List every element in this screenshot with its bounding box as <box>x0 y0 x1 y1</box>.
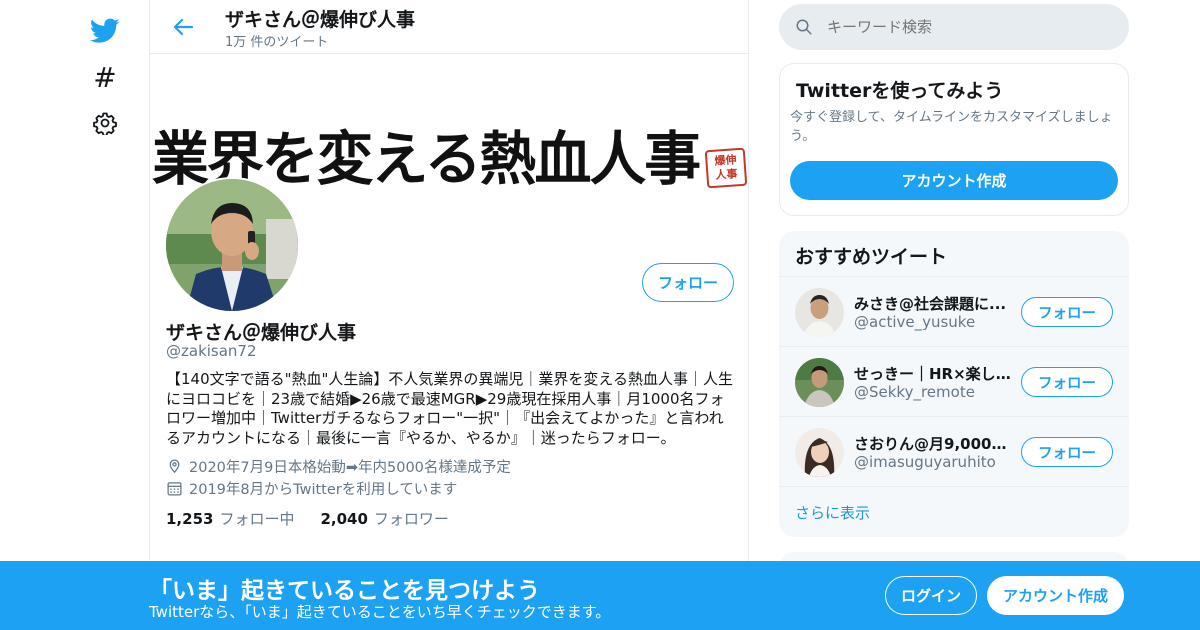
profile-handle[interactable]: @zakisan72 <box>166 342 257 360</box>
avatar[interactable] <box>795 358 844 407</box>
left-nav: # <box>82 8 130 146</box>
avatar[interactable] <box>795 428 844 477</box>
profile-location: 2020年7月9日本格始動➡年内5000名様達成予定 <box>166 456 511 477</box>
arrow-left-icon[interactable] <box>168 12 198 42</box>
signup-card-description: 今すぐ登録して、タイムラインをカスタマイズしましょう。 <box>790 110 1113 144</box>
banner-seal: 爆伸 人事 <box>704 147 748 189</box>
signup-button[interactable]: アカウント作成 <box>987 576 1124 615</box>
joined-text: 2019年8月からTwitterを利用しています <box>189 482 458 498</box>
profile-avatar[interactable] <box>164 177 300 313</box>
show-more-link[interactable]: さらに表示 <box>779 487 1129 537</box>
signup-banner-title: 「いま」起きていることを見つけよう <box>149 578 540 604</box>
tweet-count: 1万 件のツイート <box>225 35 329 50</box>
profile-name: ザキさん＠爆伸び人事 <box>166 322 357 344</box>
followers-count: 2,040 <box>320 510 368 528</box>
following-label: フォロー中 <box>219 510 295 528</box>
recommended-handle: @active_yusuke <box>854 313 976 331</box>
signup-card-title: Twitterを使ってみよう <box>796 80 1004 102</box>
profile-bio: 【140文字で語る"熱血"人生論】不人気業界の異端児｜業界を変える熱血人事｜人生… <box>166 370 733 447</box>
header-name: ザキさん＠爆伸び人事 <box>225 9 416 31</box>
profile-stats: 1,253 フォロー中 2,040 フォロワー <box>166 508 449 529</box>
profile-joined: 2019年8月からTwitterを利用しています <box>166 478 457 499</box>
search-input[interactable] <box>827 18 1107 36</box>
list-item[interactable]: さおりん@月9,000リ... @imasuguyaruhito フォロー <box>779 417 1129 487</box>
profile-header: ザキさん＠爆伸び人事 1万 件のツイート <box>150 0 748 54</box>
avatar[interactable] <box>795 288 844 337</box>
followers-label: フォロワー <box>373 510 449 528</box>
recommended-title: おすすめツイート <box>779 231 1129 277</box>
recommended-handle: @Sekky_remote <box>854 383 975 401</box>
follow-button[interactable]: フォロー <box>1021 297 1113 327</box>
gear-icon[interactable] <box>82 100 128 146</box>
follow-button[interactable]: フォロー <box>642 263 734 302</box>
location-pin-icon <box>169 459 180 474</box>
create-account-button[interactable]: アカウント作成 <box>790 161 1118 200</box>
login-button[interactable]: ログイン <box>885 576 977 615</box>
calendar-icon <box>167 482 182 496</box>
follow-button[interactable]: フォロー <box>1021 367 1113 397</box>
signup-card: Twitterを使ってみよう 今すぐ登録して、タイムラインをカスタマイズしましょ… <box>779 63 1129 216</box>
profile-column: ザキさん＠爆伸び人事 1万 件のツイート 業界を変える熱血人事 爆伸 人事 フォロ… <box>149 0 749 630</box>
follow-button[interactable]: フォロー <box>1021 437 1113 467</box>
recommended-handle: @imasuguyaruhito <box>854 453 996 471</box>
recommended-panel: おすすめツイート みさき@社会課題に... @active_yusuke フォロ… <box>779 231 1129 537</box>
recommended-name[interactable]: さおりん@月9,000リ... <box>854 433 1012 454</box>
twitter-bird-icon[interactable] <box>82 8 128 54</box>
list-item[interactable]: みさき@社会課題に... @active_yusuke フォロー <box>779 277 1129 347</box>
hashtag-icon[interactable]: # <box>82 54 128 100</box>
followers-stat[interactable]: 2,040 フォロワー <box>320 508 448 529</box>
location-text: 2020年7月9日本格始動➡年内5000名様達成予定 <box>189 460 511 476</box>
recommended-name[interactable]: みさき@社会課題に... <box>854 293 1012 314</box>
following-stat[interactable]: 1,253 フォロー中 <box>166 508 294 529</box>
list-item[interactable]: せっきー｜HR×楽し... @Sekky_remote フォロー <box>779 347 1129 417</box>
search-box[interactable] <box>779 4 1129 50</box>
search-icon <box>796 19 812 35</box>
avatar <box>166 179 298 311</box>
signup-banner-subtitle: Twitterなら、「いま」起きていることをいち早くチェックできます。 <box>149 603 611 621</box>
signup-banner: 「いま」起きていることを見つけよう Twitterなら、「いま」起きていることを… <box>0 561 1200 630</box>
following-count: 1,253 <box>166 510 214 528</box>
recommended-name[interactable]: せっきー｜HR×楽し... <box>854 363 1012 384</box>
